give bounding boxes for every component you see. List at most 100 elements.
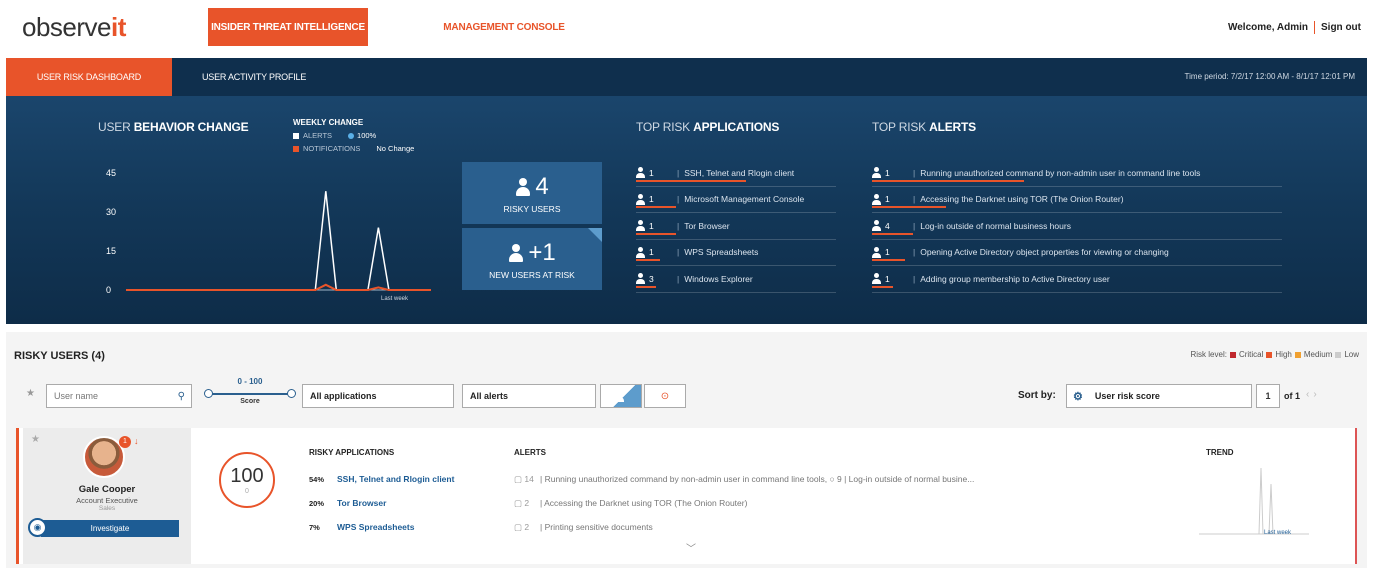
applications-select[interactable]: All applications [302,384,454,408]
sort-label: Sort by: [1018,390,1056,401]
user-icon [872,273,881,285]
top-app-item[interactable]: 1 | SSH, Telnet and Rlogin client [636,160,836,187]
user-title: Account Executive [76,496,138,505]
behavior-chart: 0 15 30 45 Last week [96,158,436,308]
user-dept: Sales [98,505,116,512]
behavior-title-light: USER [98,120,134,134]
legend-high: High [1275,350,1292,359]
app-root: observeit INSIDER THREAT INTELLIGENCE MA… [0,0,1373,568]
alerts-select[interactable]: All alerts [462,384,596,408]
top-alert-bar [872,179,1024,182]
risky-users-box[interactable]: 4 RISKY USERS [462,162,602,224]
alerts-list: ▢ 14 | Running unauthorized command by no… [514,467,974,539]
top-app-count: 1 [649,220,654,231]
top-alert-count: 1 [885,247,890,258]
top-alert-item[interactable]: 1 | Accessing the Darknet using TOR (The O… [872,187,1282,213]
trend-svg [1199,467,1309,535]
y-tick-label: 0 [106,285,111,295]
page-total: of 1 [1284,391,1301,401]
notif-label: NOTIFICATIONS [303,144,361,153]
risky-apps-list: 54% SSH, Telnet and Rlogin client 20% Tor B… [309,467,454,539]
top-app-item[interactable]: 1 | WPS Spreadsheets [636,240,836,266]
signout-link[interactable]: Sign out [1321,22,1361,34]
alert-text: | Printing sensitive documents [540,522,653,532]
risky-app-row[interactable]: 54% SSH, Telnet and Rlogin client [309,467,454,491]
tab-management-console[interactable]: MANAGEMENT CONSOLE [430,8,578,46]
alerts-header: ALERTS [514,448,546,457]
score-slider[interactable]: 0 - 100 Score [202,377,298,410]
alerts-swatch [293,132,299,139]
top-app-item[interactable]: 1 | Tor Browser [636,213,836,240]
top-alert-item[interactable]: 1 | Running unauthorized command by non-ad… [872,160,1282,187]
risky-app-name[interactable]: WPS Spreadsheets [337,522,414,532]
legend-critical: Critical [1238,350,1264,359]
top-alerts-list: 1 | Running unauthorized command by non-ad… [872,160,1282,293]
separator: | [913,273,916,284]
top-alert-count: 1 [885,167,890,178]
user-search-input[interactable]: User name ⚲ [46,384,192,408]
arrow-down-icon: ↓ [134,436,139,446]
trend-sparkline [1199,464,1319,542]
risky-app-name[interactable]: Tor Browser [337,498,386,508]
investigate-label: Investigate [90,524,130,533]
logo[interactable]: observeit [22,12,126,43]
legend-medium: Medium [1303,350,1333,359]
search-icon[interactable]: ⚲ [178,391,185,402]
star-icon[interactable]: ★ [31,434,40,445]
alert-text-value: Accessing the Darknet using TOR (The Oni… [544,498,748,508]
sort-value: User risk score [1094,391,1160,401]
alert-row[interactable]: ▢ 2 | Printing sensitive documents [514,515,974,539]
new-users-value: +1 [528,238,556,266]
top-app-item[interactable]: 3 | Windows Explorer [636,266,836,293]
top-app-count: 3 [649,273,654,284]
top-app-name: Tor Browser [684,220,730,231]
top-app-count: 1 [649,194,654,205]
user-name[interactable]: Gale Cooper [23,484,191,495]
new-users-toggle[interactable] [600,384,642,408]
top-app-name: SSH, Telnet and Rlogin client [684,167,795,178]
alert-row[interactable]: ▢ 14 | Running unauthorized command by no… [514,467,974,491]
top-apps-title-bold: APPLICATIONS [693,120,780,134]
risk-legend-label: Risk level: [1190,350,1227,359]
top-app-bar [636,259,660,261]
top-app-count: 1 [649,167,654,178]
risky-users-value: 4 [535,172,549,200]
new-ribbon [588,228,602,242]
score-min-handle[interactable] [204,389,213,398]
top-alert-name: Log-in outside of normal business hours [920,220,1071,231]
notified-users-toggle[interactable]: ⊙ [644,384,686,408]
risky-users-num: 4 [515,172,549,201]
tab-user-activity-profile[interactable]: USER ACTIVITY PROFILE [202,58,306,96]
sort-select[interactable]: ⚙ User risk score [1066,384,1252,408]
separator: | [677,167,680,178]
legend-low-swatch [1335,351,1342,358]
top-alert-item[interactable]: 4 | Log-in outside of normal business hour… [872,213,1282,240]
risky-app-name[interactable]: SSH, Telnet and Rlogin client [337,474,454,484]
top-alert-item[interactable]: 1 | Adding group membership to Active Dire… [872,266,1282,293]
weekly-alerts-row: ALERTS 100% [293,131,414,140]
user-icon [636,246,645,258]
alerts-column: ALERTS ▢ 14 | Running unauthorized comman… [514,448,974,539]
score-max-handle[interactable] [287,389,296,398]
risky-app-row[interactable]: 7% WPS Spreadsheets [309,515,454,539]
score-range: 0 - 100 [237,377,263,386]
tab-insider-threat[interactable]: INSIDER THREAT INTELLIGENCE [208,8,368,46]
top-alert-bar [872,232,913,235]
top-alert-item[interactable]: 1 | Opening Active Directory object proper… [872,240,1282,266]
new-users-box[interactable]: +1 NEW USERS AT RISK [462,228,602,290]
top-app-name: Microsoft Management Console [684,194,805,205]
investigate-button[interactable]: ◉ Investigate [28,518,179,537]
legend-medium-swatch [1294,351,1301,358]
alert-row[interactable]: ▢ 2 | Accessing the Darknet using TOR (Th… [514,491,974,515]
user-icon [636,167,645,179]
risky-app-row[interactable]: 20% Tor Browser [309,491,454,515]
star-filter-icon[interactable]: ★ [26,388,35,399]
sort-settings-icon[interactable]: ⚙ [1073,390,1083,403]
top-app-item[interactable]: 1 | Microsoft Management Console [636,187,836,213]
next-page-icon[interactable]: › [1313,389,1320,400]
page-input[interactable]: 1 [1256,384,1280,408]
notification-badge: 1 [119,436,131,448]
sub-nav: USER RISK DASHBOARD USER ACTIVITY PROFIL… [6,58,1367,96]
expand-chevron-down-icon[interactable]: ﹀ [686,540,696,555]
tab-user-risk-dashboard[interactable]: USER RISK DASHBOARD [6,58,172,96]
